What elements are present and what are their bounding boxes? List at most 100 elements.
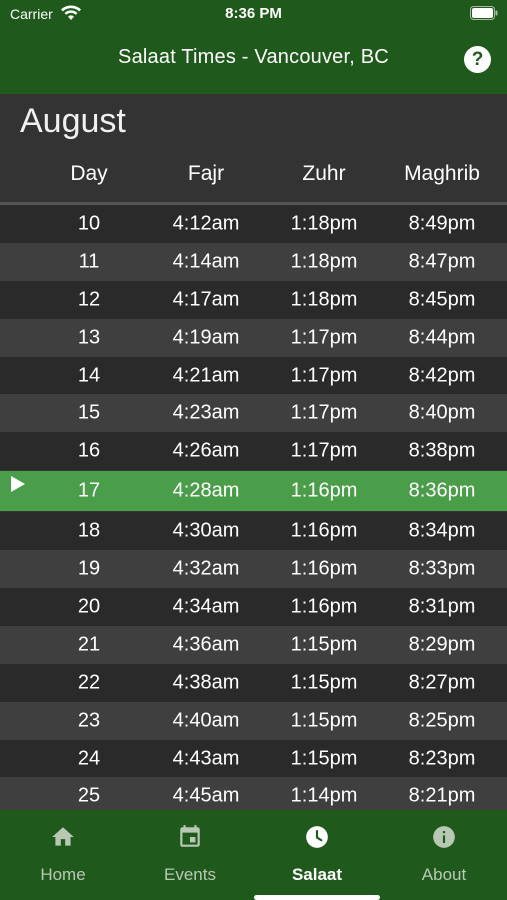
table-header: Day Fajr Zuhr Maghrib [0,162,507,200]
battery-icon [470,6,498,20]
zuhr-cell: 1:18pm [290,212,358,235]
tab-home[interactable]: Home [0,810,126,900]
zuhr-cell: 1:16pm [290,595,358,618]
zuhr-cell: 1:18pm [290,250,358,273]
zuhr-cell: 1:17pm [290,401,358,424]
fajr-cell: 4:38am [172,671,240,694]
maghrib-cell: 8:45pm [408,288,476,311]
maghrib-cell: 8:21pm [408,784,476,807]
app-header: Carrier 8:36 PM Salaat Times - Vancouver… [0,0,507,94]
tab-label: Events [164,865,216,884]
day-cell: 11 [78,250,100,273]
fajr-cell: 4:45am [172,784,240,807]
tab-label: Salaat [291,865,343,884]
table-row[interactable]: 11 4:14am 1:18pm 8:47pm [0,242,507,281]
maghrib-cell: 8:47pm [408,250,476,273]
prayer-times-table[interactable]: 10 4:12am 1:18pm 8:49pm 11 4:14am 1:18pm… [0,205,507,816]
day-cell: 17 [77,479,101,502]
zuhr-cell: 1:14pm [290,784,358,807]
maghrib-cell: 8:23pm [408,747,476,770]
day-cell: 13 [77,326,101,349]
column-header-maghrib: Maghrib [404,162,480,185]
zuhr-cell: 1:15pm [290,709,358,732]
zuhr-cell: 1:15pm [290,671,358,694]
table-row[interactable]: 12 4:17am 1:18pm 8:45pm [0,280,507,319]
table-row[interactable]: 21 4:36am 1:15pm 8:29pm [0,625,507,664]
day-cell: 20 [77,595,101,618]
help-button[interactable]: ? [464,46,491,73]
table-row[interactable]: 22 4:38am 1:15pm 8:27pm [0,663,507,702]
maghrib-cell: 8:38pm [408,439,476,462]
table-row[interactable]: 13 4:19am 1:17pm 8:44pm [0,318,507,357]
zuhr-cell: 1:15pm [290,747,358,770]
fajr-cell: 4:17am [172,288,240,311]
table-row[interactable]: 20 4:34am 1:16pm 8:31pm [0,588,507,626]
zuhr-cell: 1:16pm [290,519,358,542]
column-header-zuhr: Zuhr [302,162,346,185]
day-cell: 25 [77,784,101,807]
table-row[interactable]: 14 4:21am 1:17pm 8:42pm [0,356,507,395]
fajr-cell: 4:26am [172,439,240,462]
maghrib-cell: 8:33pm [408,557,476,580]
fajr-cell: 4:43am [172,747,240,770]
tab-events[interactable]: Events [127,810,253,900]
fajr-cell: 4:23am [172,401,240,424]
home-icon [52,827,74,846]
fajr-cell: 4:14am [172,250,240,273]
day-cell: 14 [77,364,101,386]
fajr-cell: 4:28am [172,479,240,502]
day-cell: 10 [77,212,101,235]
column-header-day: Day [70,162,108,185]
maghrib-cell: 8:40pm [408,401,476,424]
info-icon [433,826,455,848]
clock-icon [306,826,328,848]
maghrib-cell: 8:36pm [408,479,476,502]
tab-label: Home [40,865,86,884]
fajr-cell: 4:12am [172,212,240,235]
maghrib-cell: 8:27pm [408,671,476,694]
table-row[interactable]: 16 4:26am 1:17pm 8:38pm [0,432,507,471]
table-row-current[interactable]: 17 4:28am 1:16pm 8:36pm [0,471,507,512]
table-row[interactable]: 15 4:23am 1:17pm 8:40pm [0,394,507,433]
table-row[interactable]: 18 4:30am 1:16pm 8:34pm [0,512,507,551]
table-row[interactable]: 10 4:12am 1:18pm 8:49pm [0,205,507,243]
maghrib-cell: 8:42pm [408,364,476,386]
fajr-cell: 4:19am [172,326,240,349]
day-cell: 18 [77,519,101,542]
zuhr-cell: 1:17pm [290,326,358,349]
page-title: Salaat Times - Vancouver, BC [118,46,389,68]
day-cell: 23 [77,709,101,732]
day-cell: 15 [77,401,101,424]
day-cell: 22 [77,671,101,694]
zuhr-cell: 1:16pm [290,557,358,580]
fajr-cell: 4:30am [172,519,240,542]
maghrib-cell: 8:25pm [408,709,476,732]
tab-bar: Home Events Salaat About [0,810,507,900]
tab-salaat[interactable]: Salaat [254,810,380,900]
fajr-cell: 4:32am [172,557,240,580]
maghrib-cell: 8:44pm [408,326,476,349]
column-header-fajr: Fajr [187,162,225,185]
fajr-cell: 4:40am [172,709,240,732]
day-cell: 12 [77,288,101,311]
zuhr-cell: 1:17pm [290,439,358,462]
zuhr-cell: 1:17pm [290,364,358,386]
table-row[interactable]: 19 4:32am 1:16pm 8:33pm [0,550,507,589]
maghrib-cell: 8:31pm [408,595,476,618]
active-tab-indicator [254,895,380,900]
fajr-cell: 4:34am [172,595,240,618]
table-row[interactable]: 24 4:43am 1:15pm 8:23pm [0,739,507,778]
current-day-play-icon [11,476,25,493]
day-cell: 16 [77,439,101,462]
zuhr-cell: 1:18pm [290,288,358,311]
day-cell: 19 [77,557,101,580]
status-bar: Carrier 8:36 PM [0,0,507,30]
maghrib-cell: 8:49pm [408,212,476,235]
day-cell: 21 [77,633,101,656]
tab-about[interactable]: About [381,810,507,900]
table-row[interactable]: 23 4:40am 1:15pm 8:25pm [0,701,507,740]
fajr-cell: 4:36am [172,633,240,656]
tab-label: About [421,865,467,884]
zuhr-cell: 1:16pm [290,479,358,502]
maghrib-cell: 8:29pm [408,633,476,656]
